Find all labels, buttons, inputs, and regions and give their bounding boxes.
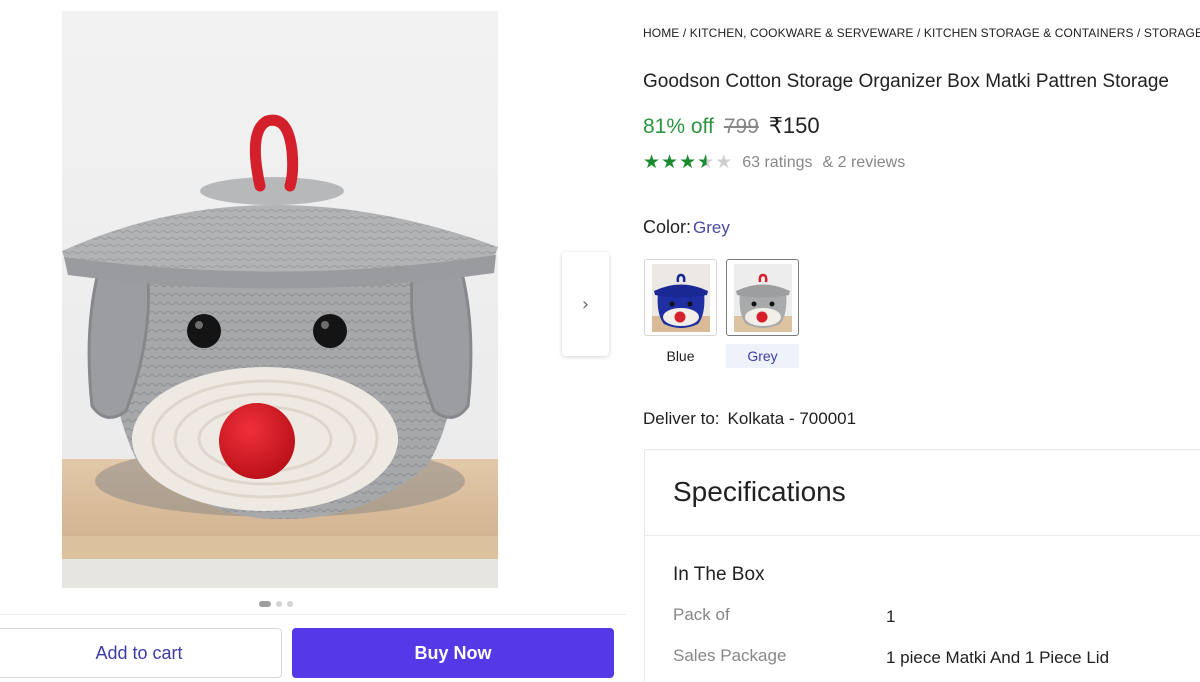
deliver-label: Deliver to: [643, 409, 720, 428]
selling-price: ₹150 [768, 113, 820, 138]
star-icon: ★ [679, 152, 697, 173]
add-to-cart-button[interactable]: Add to cart [0, 628, 282, 678]
carousel-dot[interactable] [287, 601, 293, 607]
breadcrumb-home[interactable]: HOME [643, 26, 679, 40]
delivery-location[interactable]: Deliver to: Kolkata - 700001 [643, 409, 856, 429]
product-image[interactable] [62, 11, 498, 588]
spec-key: Sales Package [673, 646, 787, 665]
color-option-blue[interactable]: Blue [644, 344, 717, 368]
breadcrumb: HOME / KITCHEN, COOKWARE & SERVEWARE / K… [643, 26, 1200, 40]
star-icon: ★ [661, 152, 679, 173]
carousel-dot[interactable] [259, 601, 271, 607]
price-row: 81% off 799 ₹150 [643, 113, 820, 139]
spec-section-title: In The Box [673, 564, 765, 585]
selected-color-name: Grey [693, 218, 730, 237]
chevron-right-icon: › [581, 293, 590, 315]
color-selector-label: Color: Grey [643, 217, 730, 238]
color-swatch-grey[interactable] [726, 259, 799, 336]
spec-value: 1 piece Matki And 1 Piece Lid [886, 648, 1110, 667]
buy-now-button[interactable]: Buy Now [292, 628, 614, 678]
discount-percent: 81% off [643, 115, 714, 138]
action-bar: Add to cart Buy Now [0, 614, 626, 682]
specifications-title: Specifications [673, 476, 846, 507]
image-carousel-dots[interactable] [259, 601, 293, 607]
star-icon: ★ [643, 152, 661, 173]
color-swatch-blue[interactable] [644, 259, 717, 336]
star-empty-icon: ★ [715, 152, 733, 173]
original-price: 799 [723, 115, 759, 138]
breadcrumb-storage-containers[interactable]: KITCHEN STORAGE & CONTAINERS [924, 26, 1134, 40]
carousel-dot[interactable] [276, 601, 282, 607]
rating-stars: ★ ★ ★ ★ ★ [643, 153, 732, 172]
reviews-count[interactable]: & 2 reviews [823, 154, 906, 172]
breadcrumb-storage-baskets[interactable]: STORAGE BA [1144, 26, 1200, 40]
divider [645, 535, 1200, 536]
spec-value: 1 [886, 607, 896, 626]
color-option-grey[interactable]: Grey [726, 344, 799, 368]
delivery-pincode[interactable]: Kolkata - 700001 [728, 409, 857, 428]
spec-key: Pack of [673, 605, 730, 624]
ratings-count[interactable]: 63 ratings [742, 154, 812, 172]
product-title: Goodson Cotton Storage Organizer Box Mat… [643, 71, 1169, 92]
color-label: Color: [643, 217, 692, 237]
next-image-button[interactable]: › [562, 252, 609, 356]
star-half-icon: ★ [697, 152, 715, 173]
rating-row[interactable]: ★ ★ ★ ★ ★ 63 ratings & 2 reviews [643, 153, 905, 172]
breadcrumb-kitchen[interactable]: KITCHEN, COOKWARE & SERVEWARE [690, 26, 914, 40]
specifications-card: Specifications In The Box Pack of 1 Sale… [644, 449, 1200, 682]
